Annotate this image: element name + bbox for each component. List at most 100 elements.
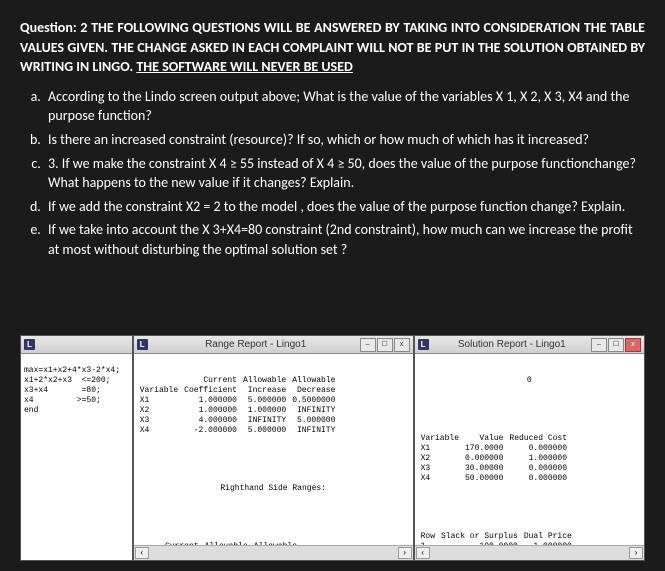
cell: X1: [137, 396, 181, 406]
table-row: VariableCoefficientIncreaseDecrease: [137, 386, 339, 396]
question-c: 3. If we make the constraint X 4 ≥ 55 in…: [44, 154, 645, 193]
model-line: end: [24, 406, 38, 415]
cell: INFINITY: [289, 406, 338, 416]
table-row: X34.000000INFINITY5.000000: [137, 416, 339, 426]
question-d: If we add the constraint X2 = 2 to the m…: [44, 197, 645, 217]
close-button[interactable]: x: [625, 338, 641, 352]
maximize-button[interactable]: ☐: [377, 338, 393, 352]
cell: INFINITY: [240, 416, 289, 426]
scrollbar-horizontal[interactable]: ‹ ›: [134, 545, 413, 560]
app-icon: L: [418, 339, 429, 350]
cell: 50.00000: [462, 474, 506, 484]
windows-area: L max=x1+x2+4*x3-2*x4; x1+2*x2+x3 <=200;…: [20, 335, 645, 561]
table-row: X11.0000005.0000000.5000000: [137, 396, 339, 406]
range-titlebar[interactable]: L Range Report - Lingo1 – ☐ x: [134, 336, 413, 354]
cell: 0.000000: [462, 454, 506, 464]
heading-underlined: THE SOFTWARE WILL NEVER BE USED: [136, 58, 352, 75]
scroll-right-button[interactable]: ›: [629, 547, 643, 559]
question-list: According to the Lindo screen output abo…: [20, 87, 645, 260]
righthand-heading: Righthand Side Ranges:: [137, 484, 410, 494]
col-head: Reduced Cost: [506, 434, 570, 444]
cell: 0.000000: [506, 474, 570, 484]
question-e: If we take into account the X 3+X4=80 co…: [44, 220, 645, 259]
maximize-button[interactable]: ☐: [608, 338, 624, 352]
col-head: Current: [181, 376, 240, 386]
cell: 170.0000: [462, 444, 506, 454]
col-head: Increase: [240, 386, 289, 396]
table-row: X1170.00000.000000: [418, 444, 570, 454]
scroll-left-button[interactable]: ‹: [135, 547, 149, 559]
model-titlebar[interactable]: L: [21, 336, 132, 354]
model-window: L max=x1+x2+4*x3-2*x4; x1+2*x2+x3 <=200;…: [20, 335, 133, 561]
page: Question: 2 THE FOLLOWING QUESTIONS WILL…: [0, 0, 665, 260]
close-button[interactable]: x: [394, 338, 410, 352]
table-row: X330.000000.000000: [418, 464, 570, 474]
cell: 5.000000: [240, 426, 289, 436]
table-row: RowSlack or SurplusDual Price: [418, 532, 575, 542]
cell: X1: [418, 444, 462, 454]
cell: X3: [418, 464, 462, 474]
solution-table-rows: RowSlack or SurplusDual Price 1190.00001…: [418, 532, 575, 545]
col-head: Variable: [418, 434, 462, 444]
col-head: Slack or Surplus: [438, 532, 521, 542]
col-head: Allowable: [240, 376, 289, 386]
model-line: x4 >=50;: [24, 396, 101, 405]
model-line: max=x1+x2+4*x3-2*x4;: [24, 366, 120, 375]
solution-titlebar[interactable]: L Solution Report - Lingo1 – ☐ x: [415, 336, 644, 354]
table-row: X4-2.0000005.000000INFINITY: [137, 426, 339, 436]
cell: 0.000000: [506, 464, 570, 474]
table-row: X20.0000001.000000: [418, 454, 570, 464]
cell: X4: [137, 426, 181, 436]
range-table-vars: CurrentAllowableAllowable VariableCoeffi…: [137, 376, 339, 436]
col-head: Variable: [137, 386, 181, 396]
cell: 0.000000: [506, 444, 570, 454]
table-row: X21.0000001.000000INFINITY: [137, 406, 339, 416]
table-row: CurrentAllowableAllowable: [137, 376, 339, 386]
scroll-left-button[interactable]: ‹: [416, 547, 430, 559]
scrollbar-horizontal[interactable]: ‹ ›: [415, 545, 644, 560]
question-heading: Question: 2 THE FOLLOWING QUESTIONS WILL…: [20, 18, 645, 77]
range-title: Range Report - Lingo1: [152, 339, 360, 350]
col-head: Decrease: [289, 386, 338, 396]
question-b: Is there an increased constraint (resour…: [44, 130, 645, 150]
minimize-button[interactable]: –: [591, 338, 607, 352]
table-row: X450.000000.000000: [418, 474, 570, 484]
solution-table-vars: VariableValueReduced Cost X1170.00000.00…: [418, 434, 570, 484]
cell: X2: [418, 454, 462, 464]
cell: 5.000000: [289, 416, 338, 426]
cell: X4: [418, 474, 462, 484]
cell: 1.000000: [181, 396, 240, 406]
cell: 30.00000: [462, 464, 506, 474]
window-buttons: – ☐ x: [591, 338, 641, 352]
app-icon: L: [24, 339, 35, 350]
cell: 5.000000: [240, 396, 289, 406]
cell: INFINITY: [289, 426, 338, 436]
model-line: x3+x4 =80;: [24, 386, 101, 395]
range-content: CurrentAllowableAllowable VariableCoeffi…: [134, 354, 413, 545]
cell: 1.000000: [506, 454, 570, 464]
col-head: Value: [462, 434, 506, 444]
objective-value: 0: [418, 376, 641, 386]
col-head: Coefficient: [181, 386, 240, 396]
cell: -2.000000: [181, 426, 240, 436]
solution-window: L Solution Report - Lingo1 – ☐ x 0 Varia…: [414, 335, 645, 561]
model-content: max=x1+x2+4*x3-2*x4; x1+2*x2+x3 <=200; x…: [21, 354, 132, 560]
solution-title: Solution Report - Lingo1: [433, 339, 591, 350]
cell: X2: [137, 406, 181, 416]
range-window: L Range Report - Lingo1 – ☐ x CurrentAll…: [133, 335, 414, 561]
solution-content: 0 VariableValueReduced Cost X1170.00000.…: [415, 354, 644, 545]
table-row: VariableValueReduced Cost: [418, 434, 570, 444]
cell: 1.000000: [181, 406, 240, 416]
scroll-right-button[interactable]: ›: [398, 547, 412, 559]
model-line: x1+2*x2+x3 <=200;: [24, 376, 110, 385]
minimize-button[interactable]: –: [360, 338, 376, 352]
col-head: Allowable: [289, 376, 338, 386]
cell: X3: [137, 416, 181, 426]
col-head: Dual Price: [521, 532, 575, 542]
cell: 1.000000: [240, 406, 289, 416]
window-buttons: – ☐ x: [360, 338, 410, 352]
cell: 4.000000: [181, 416, 240, 426]
col-head: Row: [418, 532, 438, 542]
cell: 0.5000000: [289, 396, 338, 406]
question-a: According to the Lindo screen output abo…: [44, 87, 645, 126]
